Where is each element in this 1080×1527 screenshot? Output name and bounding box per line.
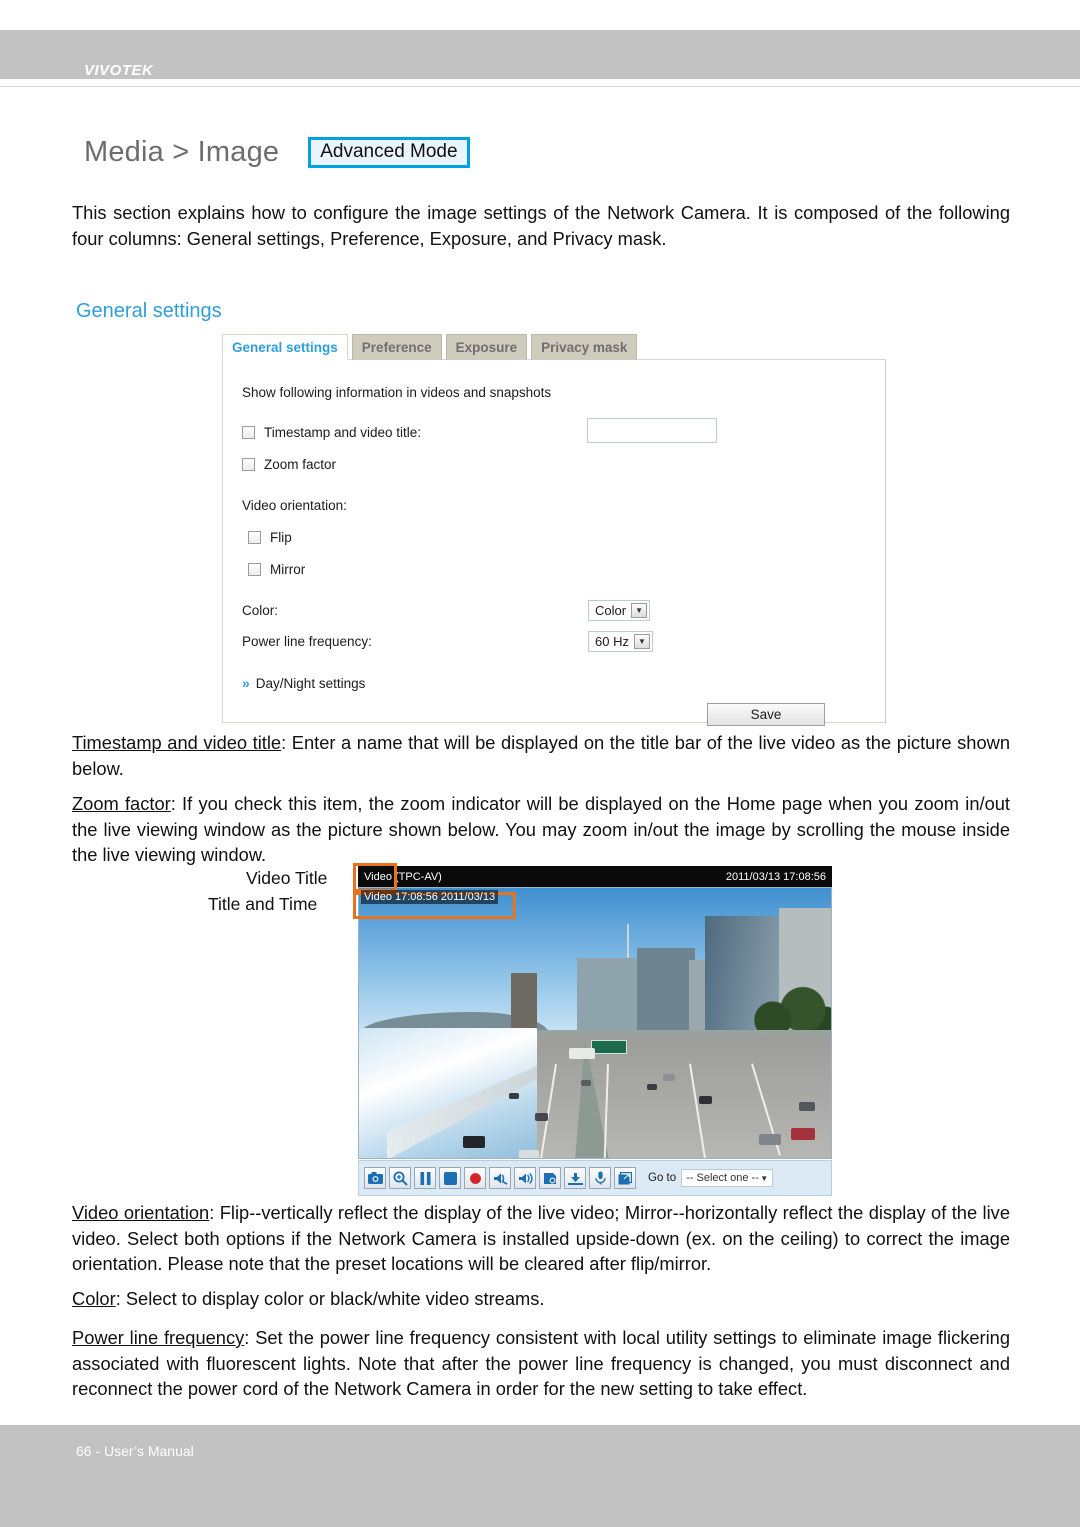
scene-car [799,1102,815,1111]
timestamp-description: Timestamp and video title: Enter a name … [72,730,1010,781]
microphone-icon[interactable] [589,1167,611,1189]
intro-paragraph: This section explains how to configure t… [72,202,1010,249]
page-title: Media > Image [84,136,280,168]
color-description-text: : Select to display color or black/white… [115,1288,545,1309]
day-night-settings-label: Day/Night settings [255,675,366,691]
pause-icon[interactable] [414,1167,436,1189]
live-video-image[interactable]: Video 17:08:56 2011/03/13 [358,887,832,1159]
chevron-down-icon[interactable]: ▼ [633,634,650,649]
callout-video-title: Video Title [246,868,328,888]
scene-car [581,1080,591,1086]
color-description-lead: Color [72,1288,116,1309]
footer-band [0,1425,1080,1527]
zoom-factor-description-lead: Zoom factor [72,793,171,814]
scene-car [535,1113,548,1121]
color-select[interactable]: Color ▼ [588,600,651,621]
mirror-label: Mirror [270,562,306,577]
goto-label: Go to [648,1172,677,1184]
flip-row[interactable]: Flip [248,530,292,545]
goto-select-value: -- Select one -- [686,1172,759,1184]
tab-privacy-mask[interactable]: Privacy mask [531,334,638,360]
page-title-row: Media > Image Advanced Mode [84,136,470,169]
color-label: Color: [242,603,279,618]
scene-car [759,1134,781,1145]
scene-car [509,1093,519,1099]
receive-audio-icon[interactable] [564,1167,586,1189]
panel-tabs: General settings Preference Exposure Pri… [222,333,886,360]
scene-building [577,958,639,1034]
timestamp-and-video-title-row[interactable]: Timestamp and video title: [242,425,421,440]
scene-truck [569,1048,595,1059]
zoom-factor-row[interactable]: Zoom factor [242,457,336,472]
timestamp-description-lead: Timestamp and video title [72,732,282,753]
stop-icon[interactable] [439,1167,461,1189]
power-line-frequency-label: Power line frequency: [242,634,372,649]
vivotek-logo: VIVOTEK [84,62,154,79]
snapshot-camera-icon[interactable] [364,1167,386,1189]
save-button[interactable]: Save [707,703,825,726]
zoom-factor-checkbox[interactable] [242,458,255,471]
tab-preference[interactable]: Preference [351,334,442,360]
scene-car [519,1150,539,1158]
video-osd-overlay: Video 17:08:56 2011/03/13 [361,890,499,904]
scene-car [699,1096,712,1104]
power-line-frequency-select[interactable]: 60 Hz ▼ [588,631,653,652]
chevron-down-icon[interactable]: ▼ [760,1174,768,1183]
double-chevron-right-icon: » [242,675,250,691]
general-settings-panel: General settings Preference Exposure Pri… [222,333,886,726]
zoom-factor-label: Zoom factor [264,457,337,472]
video-timestamp-text: 2011/03/13 17:08:56 [725,870,826,883]
power-line-frequency-description: Power line frequency: Set the power line… [72,1325,1010,1402]
video-title-bar: Video (TPC-AV) 2011/03/13 17:08:56 [358,866,832,887]
flip-checkbox[interactable] [248,531,261,544]
scene-car [791,1128,815,1140]
video-orientation-description: Video orientation: Flip--vertically refl… [72,1200,1010,1277]
panel-body: Show following information in videos and… [222,359,886,726]
section-heading-general-settings: General settings [76,300,222,322]
header-divider [0,86,1080,87]
footer-page-label: 66 - User’s Manual [76,1443,194,1459]
scene-car [463,1136,485,1148]
scene-road-sign [591,1040,627,1054]
mirror-row[interactable]: Mirror [248,562,305,577]
scene-car [647,1084,657,1090]
video-orientation-description-lead: Video orientation [72,1202,210,1223]
scene-building [511,973,537,1035]
color-select-value: Color [595,603,627,618]
header-band [0,30,1080,79]
power-line-frequency-description-lead: Power line frequency [72,1327,245,1348]
live-view-figure: Video Title Title and Time Video (TPC-AV… [200,862,840,1196]
mirror-checkbox[interactable] [248,563,261,576]
zoom-factor-description: Zoom factor: If you check this item, the… [72,791,1010,868]
talk-icon[interactable] [539,1167,561,1189]
timestamp-label: Timestamp and video title: [264,425,422,440]
tab-general-settings[interactable]: General settings [222,334,348,360]
zoom-factor-description-text: : If you check this item, the zoom indic… [72,793,1011,865]
volume-mute-icon[interactable] [489,1167,511,1189]
color-description: Color: Select to display color or black/… [72,1286,1010,1312]
highlight-box-video-title [353,863,397,892]
scene-building [637,948,695,1034]
video-orientation-description-text: : Flip--vertically reflect the display o… [72,1202,1010,1274]
video-title-input[interactable] [587,418,717,443]
timestamp-checkbox[interactable] [242,426,255,439]
callout-title-and-time: Title and Time [208,894,318,914]
fullscreen-icon[interactable] [614,1167,636,1189]
video-orientation-label: Video orientation: [242,498,347,513]
record-icon[interactable] [464,1167,486,1189]
scene-car [663,1074,675,1081]
show-info-label: Show following information in videos and… [242,385,552,400]
video-control-toolbar: Go to -- Select one -- ▼ [358,1160,832,1196]
goto-select[interactable]: -- Select one -- ▼ [681,1169,774,1187]
chevron-down-icon[interactable]: ▼ [631,603,648,618]
advanced-mode-button[interactable]: Advanced Mode [308,137,470,168]
day-night-settings-link[interactable]: » Day/Night settings [242,675,365,691]
tab-exposure[interactable]: Exposure [445,334,528,360]
digital-zoom-icon[interactable] [389,1167,411,1189]
speaker-icon[interactable] [514,1167,536,1189]
flip-label: Flip [270,530,292,545]
power-line-frequency-value: 60 Hz [595,634,629,649]
